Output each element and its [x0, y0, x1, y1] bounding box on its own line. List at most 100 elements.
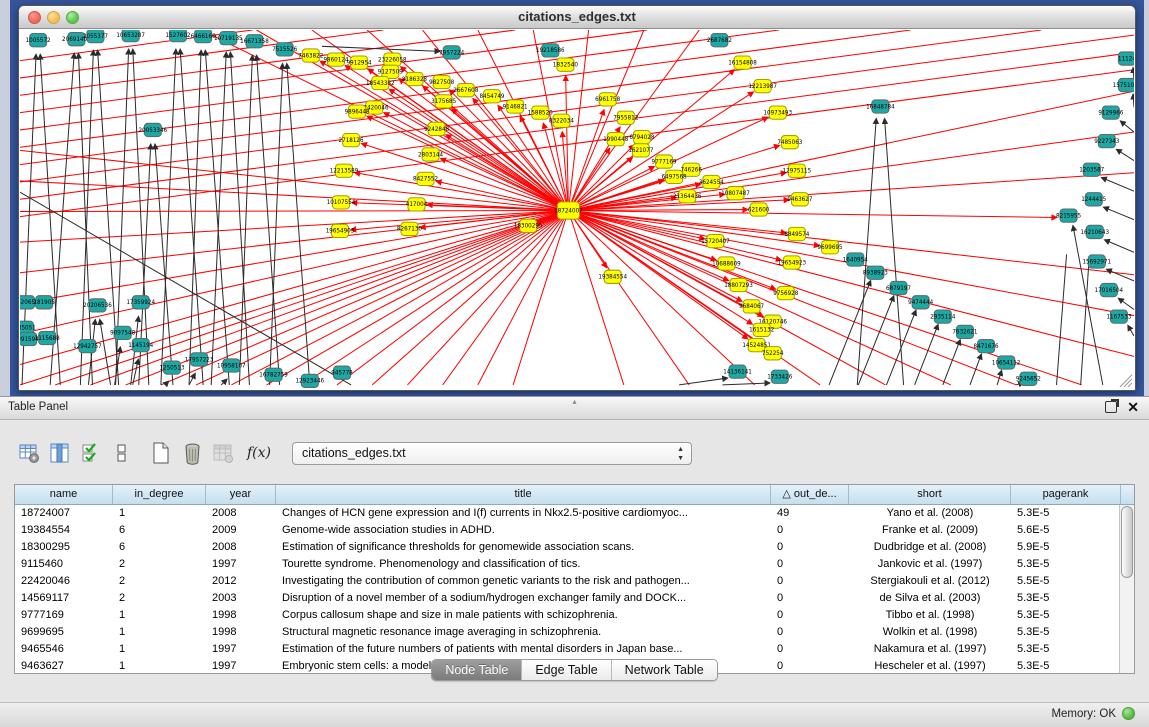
citation-edge-red[interactable] — [196, 211, 568, 385]
table-cell[interactable]: Wolkin et al. (1998) — [849, 624, 1011, 641]
citation-edge-black[interactable] — [1105, 240, 1134, 252]
table-cell[interactable]: 5.9E-5 — [1011, 539, 1119, 556]
graph-node[interactable]: 417004 — [406, 198, 428, 211]
citation-edge-black[interactable] — [205, 50, 229, 385]
table-row[interactable]: 2242004622012Investigating the contribut… — [15, 573, 1119, 590]
citation-edge-red[interactable] — [568, 211, 1134, 357]
citation-edge-black[interactable] — [915, 325, 938, 385]
column-header-in_degree[interactable]: in_degree — [113, 485, 206, 504]
tab-network-table[interactable]: Network Table — [612, 660, 717, 680]
graph-node[interactable]: 16154808 — [728, 56, 757, 69]
show-columns-icon[interactable] — [49, 441, 71, 465]
graph-node[interactable]: 7485063 — [777, 136, 802, 149]
graph-node[interactable]: 7957224 — [439, 46, 464, 59]
function-builder-icon[interactable]: f(x) — [247, 445, 271, 461]
citation-edge-black[interactable] — [886, 310, 915, 385]
vertical-scrollbar[interactable] — [1119, 505, 1134, 673]
table-cell[interactable]: 14569117 — [15, 590, 113, 607]
graph-node[interactable]: 15751074 — [1113, 78, 1134, 91]
citation-edge-black[interactable] — [1133, 94, 1134, 107]
table-cell[interactable]: 2009 — [206, 522, 276, 539]
table-cell[interactable]: 2012 — [206, 573, 276, 590]
table-cell[interactable]: Structural magnetic resonance image aver… — [276, 624, 771, 641]
graph-node[interactable]: 12923446 — [296, 374, 325, 387]
citation-edge-red[interactable] — [441, 159, 569, 211]
table-cell[interactable]: 1997 — [206, 641, 276, 658]
table-cell[interactable]: 0 — [771, 539, 849, 556]
import-table-icon[interactable] — [212, 441, 234, 465]
graph-node[interactable]: 2935114 — [930, 310, 955, 323]
citation-edge-black[interactable] — [857, 119, 876, 385]
table-cell[interactable]: 5.6E-5 — [1011, 522, 1119, 539]
citation-edge-black[interactable] — [1107, 269, 1134, 280]
table-cell[interactable]: 2008 — [206, 539, 276, 556]
citation-edge-red[interactable] — [20, 211, 568, 243]
graph-node[interactable]: 7632621 — [952, 325, 977, 338]
citation-edge-black[interactable] — [1102, 178, 1134, 192]
citation-edge-black[interactable] — [161, 49, 176, 385]
graph-node[interactable]: 1203587 — [1079, 163, 1104, 176]
table-cell[interactable]: Corpus callosum shape and size in male p… — [276, 607, 771, 624]
graph-node[interactable]: 1005572 — [26, 34, 51, 47]
table-cell[interactable]: 2 — [113, 573, 206, 590]
new-document-icon[interactable] — [150, 441, 172, 465]
table-cell[interactable]: Stergiakouli et al. (2012) — [849, 573, 1011, 590]
table-cell[interactable]: Nakamura et al. (1997) — [849, 641, 1011, 658]
citation-edge-red[interactable] — [362, 144, 569, 211]
citation-edge-red[interactable] — [568, 211, 781, 261]
graph-node[interactable]: 752254 — [762, 347, 784, 360]
minimize-window-button[interactable] — [47, 11, 60, 24]
citation-edge-black[interactable] — [1128, 325, 1134, 335]
table-cell[interactable]: 1998 — [206, 607, 276, 624]
graph-node[interactable]: 1115688 — [35, 331, 60, 344]
graph-node[interactable]: 1527602 — [165, 30, 190, 42]
close-window-button[interactable] — [28, 11, 41, 24]
graph-node[interactable]: 12213987 — [748, 79, 777, 92]
graph-node[interactable]: 9860124 — [323, 53, 348, 66]
citation-edge-black[interactable] — [189, 373, 195, 384]
graph-node[interactable]: 15692971 — [1082, 255, 1111, 268]
graph-node[interactable]: 14136141 — [723, 365, 752, 378]
scrollbar-thumb[interactable] — [1121, 506, 1133, 578]
citation-edge-red[interactable] — [407, 211, 568, 385]
graph-node[interactable]: 9146821 — [503, 100, 528, 113]
table-cell[interactable]: 0 — [771, 573, 849, 590]
graph-node[interactable]: 17016504 — [1095, 283, 1124, 296]
table-cell[interactable]: Tibbo et al. (1998) — [849, 607, 1011, 624]
table-cell[interactable]: 1997 — [206, 556, 276, 573]
citation-edge-red[interactable] — [372, 211, 568, 385]
graph-node[interactable]: 10654112 — [992, 356, 1021, 369]
graph-node[interactable]: 9129966 — [1098, 106, 1123, 119]
table-cell[interactable]: 5.3E-5 — [1011, 590, 1119, 607]
table-cell[interactable]: 0 — [771, 522, 849, 539]
graph-node[interactable]: 9474444 — [908, 296, 933, 309]
graph-node[interactable]: 19218586 — [536, 44, 565, 57]
column-header-pagerank[interactable]: pagerank — [1011, 485, 1121, 504]
graph-node[interactable]: 10958107 — [217, 359, 246, 372]
citation-edge-red[interactable] — [20, 211, 568, 385]
graph-node[interactable]: 9097548 — [110, 326, 135, 339]
graph-node[interactable]: 6794028 — [629, 130, 654, 143]
table-cell[interactable]: 1 — [113, 505, 206, 522]
column-header-short[interactable]: short — [849, 485, 1011, 504]
graph-node[interactable]: 3175685 — [431, 95, 456, 108]
hub-node[interactable]: 18724007 — [554, 202, 583, 219]
graph-node[interactable]: 20053346 — [139, 123, 168, 136]
table-row[interactable]: 1830029562008Estimation of significance … — [15, 539, 1119, 556]
graph-node[interactable]: 10719135 — [214, 32, 243, 45]
graph-node[interactable]: 8471676 — [974, 340, 999, 353]
graph-node[interactable]: 9684067 — [739, 300, 764, 313]
graph-node[interactable]: 1733426 — [767, 370, 792, 383]
graph-node[interactable]: 2718126 — [339, 134, 364, 147]
splitter-grip-icon[interactable]: ▴ — [572, 397, 576, 406]
citation-edge-red[interactable] — [568, 211, 1056, 218]
graph-node[interactable]: 23226058 — [378, 53, 407, 66]
citation-edge-black[interactable] — [885, 119, 904, 385]
table-cell[interactable]: 9777169 — [15, 607, 113, 624]
graph-node[interactable]: 7955812 — [613, 111, 638, 124]
graph-node[interactable]: 6879197 — [886, 281, 911, 294]
table-cell[interactable]: Tourette syndrome. Phenomenology and cla… — [276, 556, 771, 573]
table-row[interactable]: 977716911998Corpus callosum shape and si… — [15, 607, 1119, 624]
table-row[interactable]: 1456911722003Disruption of a novel membe… — [15, 590, 1119, 607]
table-cell[interactable]: 1998 — [206, 624, 276, 641]
